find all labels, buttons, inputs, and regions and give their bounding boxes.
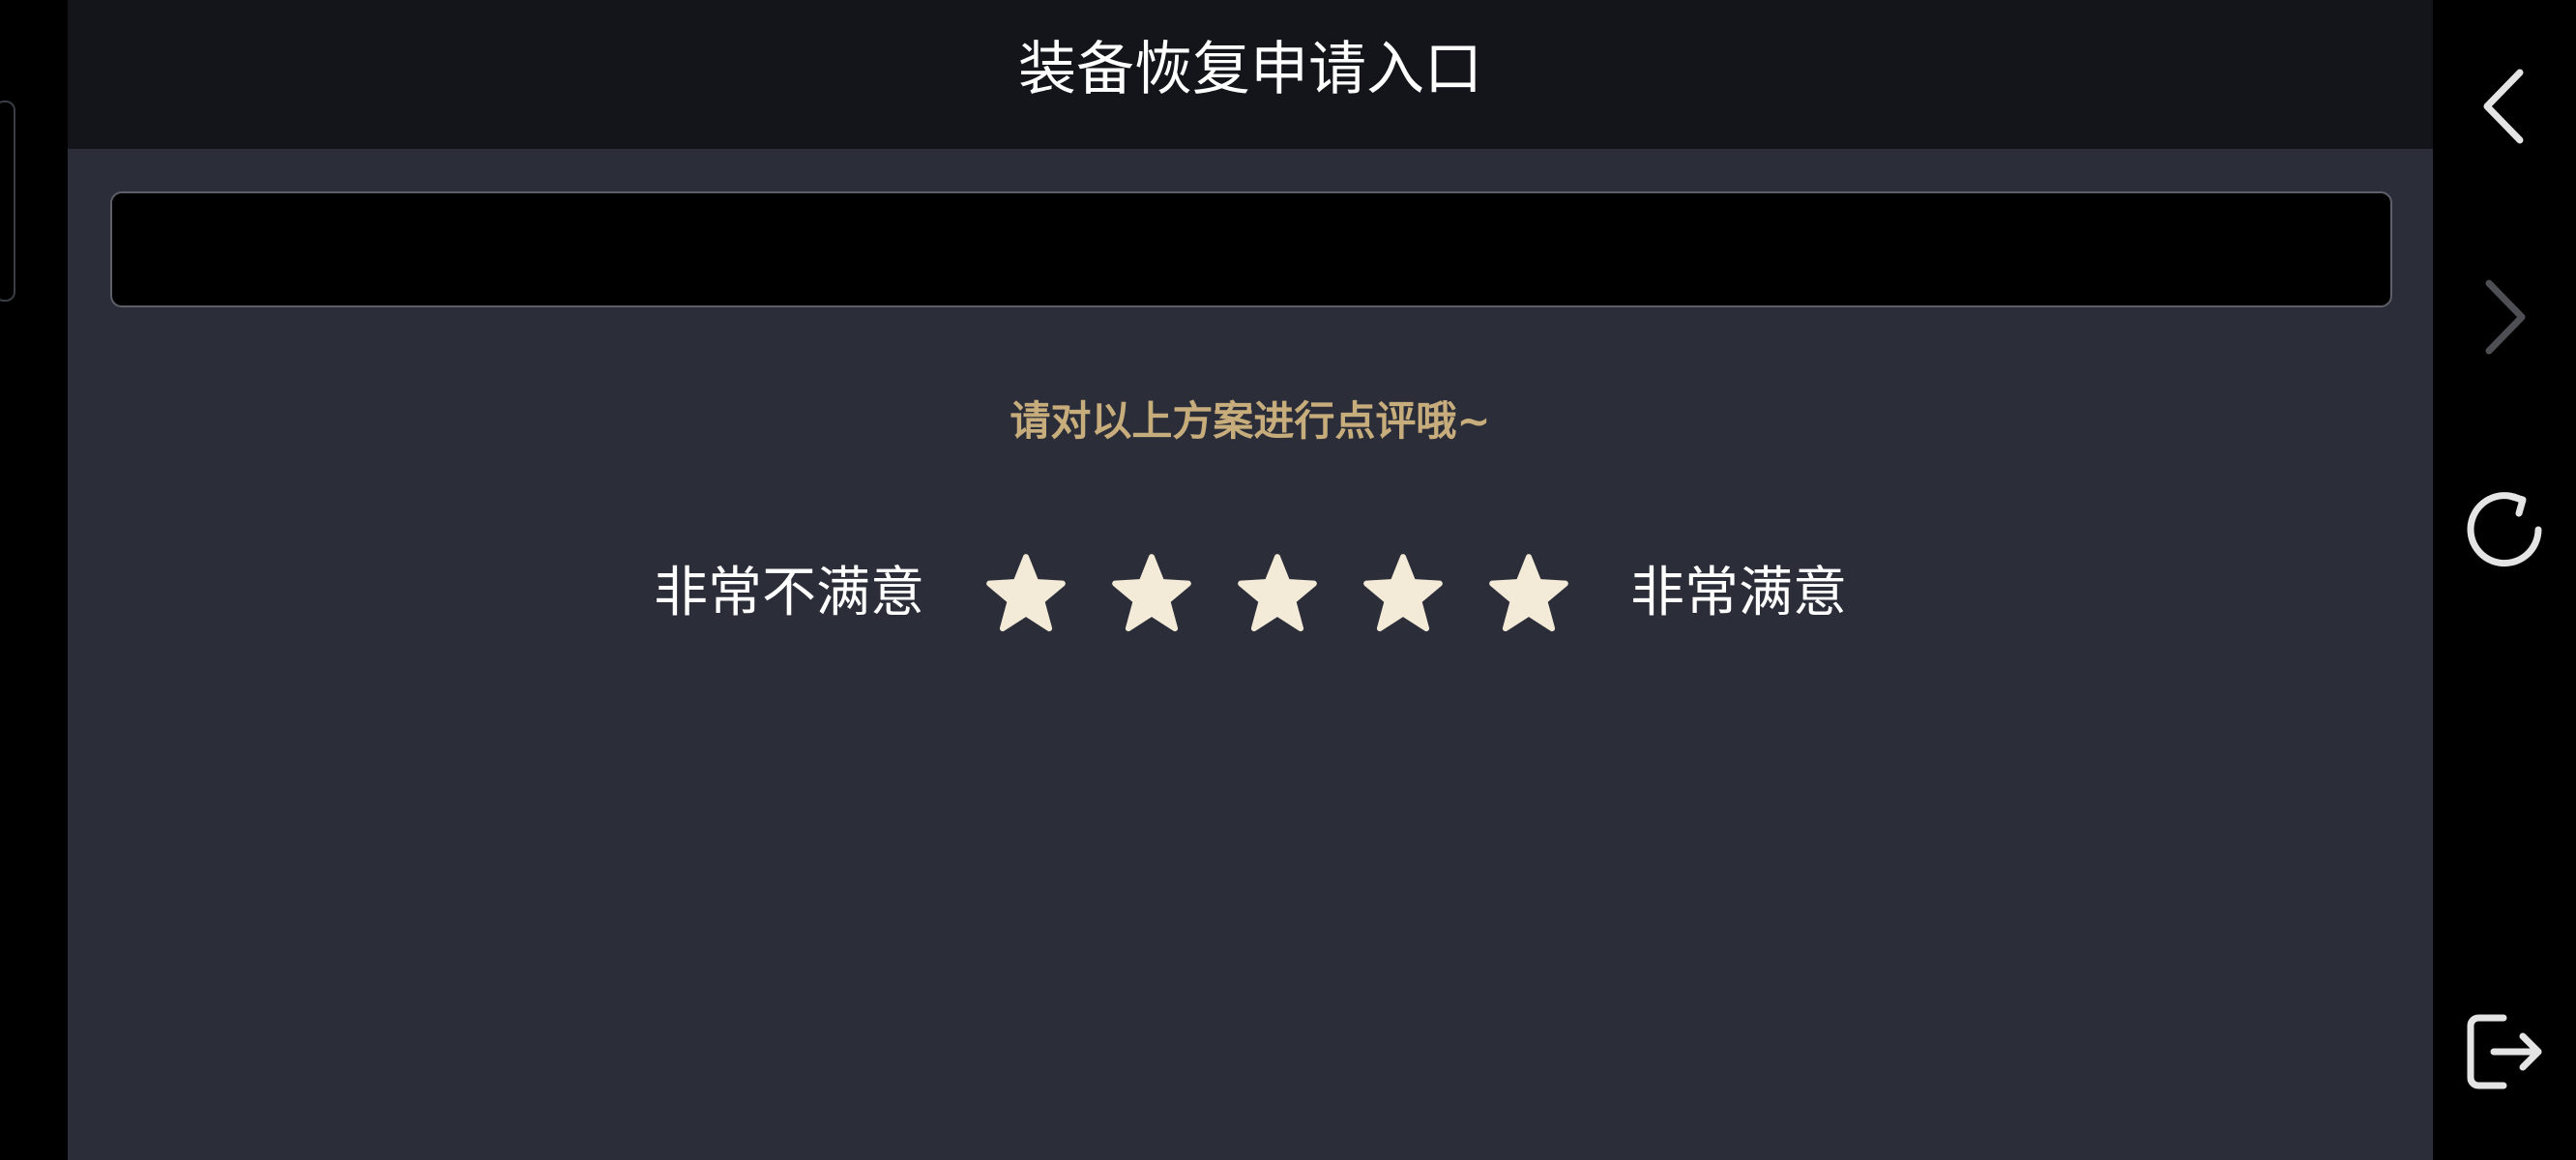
- forward-button[interactable]: [2456, 269, 2553, 365]
- forward-icon: [2485, 279, 2526, 355]
- rating-low-label: 非常不满意: [654, 562, 924, 624]
- refresh-icon: [2467, 492, 2542, 567]
- star-icon: [986, 554, 1066, 632]
- rating-star-2[interactable]: [1108, 550, 1195, 637]
- rating-star-3[interactable]: [1234, 550, 1321, 637]
- rating-row: 非常不满意 非常满意: [68, 549, 2433, 638]
- star-icon: [1112, 554, 1191, 632]
- back-button[interactable]: [2456, 58, 2553, 155]
- rating-high-label: 非常满意: [1630, 562, 1847, 624]
- star-icon: [1363, 554, 1443, 632]
- exit-button[interactable]: [2456, 1003, 2553, 1100]
- star-icon: [1238, 554, 1317, 632]
- side-drawer-handle[interactable]: [0, 101, 15, 302]
- header-bar: 装备恢复申请入口: [68, 0, 2433, 149]
- exit-icon: [2467, 1014, 2542, 1089]
- back-icon: [2483, 69, 2524, 144]
- content-text-box[interactable]: [110, 191, 2392, 307]
- app-screen: 装备恢复申请入口 请对以上方案进行点评哦~ 非常不满意 非常满意: [0, 0, 2576, 1160]
- refresh-button[interactable]: [2456, 481, 2553, 578]
- page-title: 装备恢复申请入口: [1018, 36, 1482, 103]
- main-content: 装备恢复申请入口 请对以上方案进行点评哦~ 非常不满意 非常满意: [68, 0, 2433, 1160]
- star-icon: [1489, 554, 1568, 632]
- rating-star-5[interactable]: [1485, 550, 1572, 637]
- rating-star-4[interactable]: [1360, 550, 1447, 637]
- side-nav-bar: [2433, 0, 2576, 1160]
- rating-prompt: 请对以上方案进行点评哦~: [1010, 397, 1491, 445]
- rating-star-1[interactable]: [982, 550, 1069, 637]
